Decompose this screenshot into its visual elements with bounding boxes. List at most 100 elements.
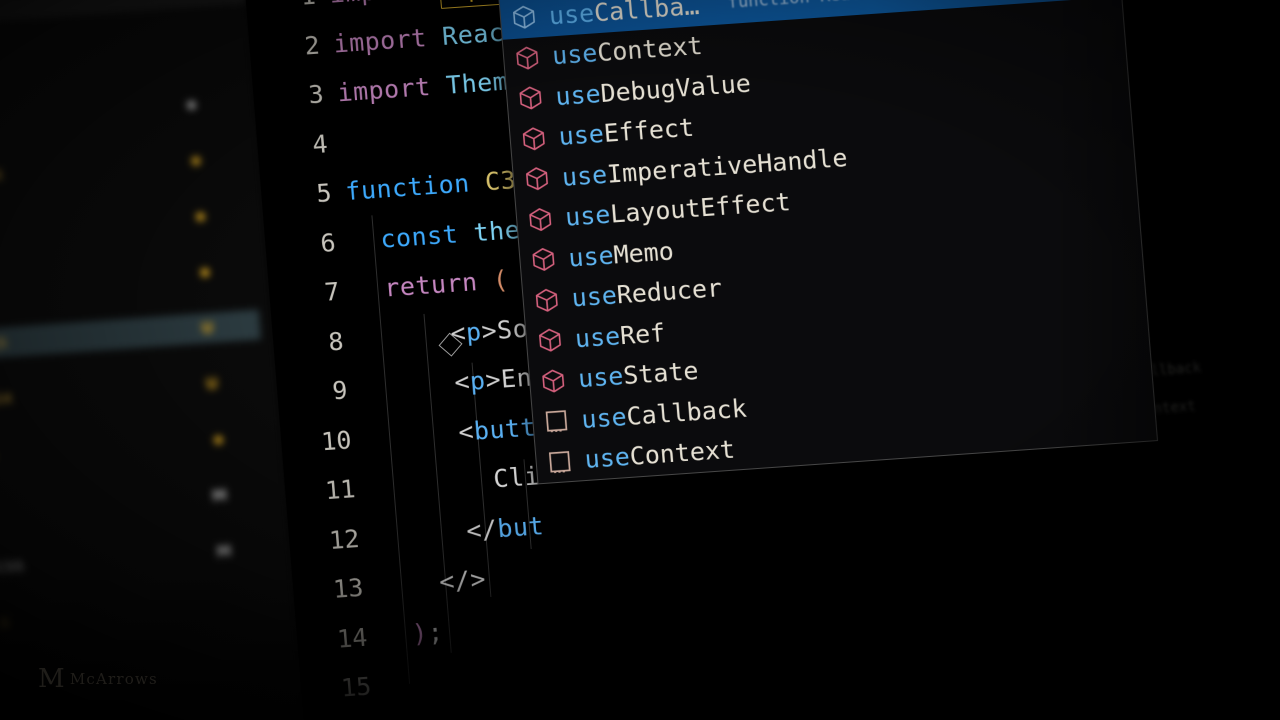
code-token: </> [438, 564, 487, 597]
matched-prefix: use [554, 78, 602, 111]
explorer-file-item[interactable]: …css M [0, 533, 279, 584]
line-number: 11 [324, 474, 357, 506]
cube-icon [510, 4, 538, 32]
matched-prefix: use [580, 401, 628, 434]
cube-icon [523, 165, 551, 193]
matched-prefix: use [564, 199, 612, 233]
line-number: 4 [311, 128, 329, 159]
matched-prefix: use [570, 280, 618, 313]
explorer-file-item[interactable]: …ules [0, 30, 239, 81]
label-remainder: Memo [612, 236, 675, 270]
explorer-file-item[interactable]: …ents [0, 142, 248, 193]
code-token: but [496, 510, 546, 543]
cube-icon [539, 367, 567, 395]
cube-icon [517, 84, 545, 112]
line-number: 1 [299, 0, 316, 11]
line-number: 6 [319, 227, 337, 258]
explorer-file-item[interactable] [0, 254, 257, 305]
explorer-file-name: ….jsx [0, 387, 14, 412]
explorer-file-item[interactable] [0, 86, 243, 137]
code-token: import [328, 0, 423, 9]
matched-prefix: use [567, 240, 615, 273]
cube-icon [536, 327, 564, 355]
watermark-monogram: M [38, 664, 66, 694]
label-remainder: DebugValue [599, 68, 752, 108]
autocomplete-item-label: use Effect [558, 113, 695, 151]
label-remainder: Ref [618, 317, 667, 350]
code-line[interactable]: const the [348, 215, 521, 256]
sidebar-titlebar [0, 0, 247, 27]
ide-window: …ules…ents…s.jsU….jsxU…sM…cssM…s 1234567… [0, 0, 1280, 720]
line-number: 5 [315, 178, 333, 209]
code-token: const [379, 218, 460, 254]
cube-icon [530, 246, 558, 274]
line-number: 12 [328, 523, 361, 555]
cube-icon [513, 44, 541, 72]
code-line[interactable]: Cli [368, 461, 541, 502]
git-status-badge: U [205, 374, 220, 394]
line-number: 7 [323, 276, 341, 307]
autocomplete-item-label: use Memo [567, 236, 674, 272]
code-token: function [344, 168, 471, 207]
line-number: 10 [320, 424, 353, 456]
line-number: 9 [331, 375, 349, 406]
git-status-dot-icon [213, 434, 224, 445]
explorer-file-item[interactable]: …s [0, 421, 270, 472]
autocomplete-popup[interactable]: useCallba…function React.useCallback<T e… [498, 0, 1159, 485]
code-line[interactable]: function C3 [344, 165, 517, 206]
label-remainder: LayoutEffect [609, 187, 792, 229]
label-remainder: Callback [625, 393, 748, 431]
autocomplete-item-label: use State [577, 356, 699, 393]
explorer-file-item[interactable]: ….jsx U [0, 365, 265, 416]
watermark: M McArrows [38, 664, 158, 694]
line-number: 2 [303, 30, 321, 61]
git-status-dot-icon [186, 99, 197, 110]
code-line[interactable]: <p>En [360, 363, 533, 404]
matched-prefix: use [577, 361, 625, 394]
autocomplete-item-label: use Context [551, 31, 703, 70]
matched-prefix: use [583, 442, 631, 475]
editor-pane[interactable]: 123456789101112131415 import {use} from … [243, 0, 1280, 720]
explorer-file-item[interactable]: M [0, 477, 274, 528]
square-icon [543, 407, 571, 435]
code-token: ( [491, 264, 510, 295]
label-remainder: State [622, 356, 700, 391]
code-line[interactable]: <butt [364, 412, 537, 453]
autocomplete-item-label: use Context [584, 435, 736, 474]
code-token: import [332, 22, 428, 59]
explorer-file-name: …s [0, 612, 11, 635]
label-remainder: Context [596, 31, 704, 68]
git-status-dot-icon [195, 211, 206, 222]
explorer-file-item[interactable]: …s [0, 589, 283, 640]
code-line[interactable]: </but [372, 511, 545, 552]
matched-prefix: use [551, 38, 599, 71]
matched-prefix: use [547, 0, 596, 31]
explorer-file-name: …css [0, 555, 25, 579]
code-line[interactable]: import Reac [332, 17, 505, 58]
git-status-dot-icon [191, 155, 201, 166]
label-remainder: Callba… [592, 0, 701, 28]
explorer-file-item[interactable] [0, 198, 252, 249]
cube-icon [520, 125, 548, 153]
line-number: 15 [339, 671, 373, 703]
code-token: the [472, 214, 522, 247]
explorer-file-name: …ents [0, 164, 4, 188]
line-number: 3 [307, 79, 325, 110]
code-token: Cli [492, 461, 542, 494]
code-line[interactable]: import Them [336, 67, 509, 108]
code-token: return [383, 267, 479, 303]
cube-icon [533, 286, 561, 314]
matched-prefix: use [557, 119, 605, 152]
code-token: ; [426, 616, 445, 647]
explorer-file-name: …s.js [0, 332, 9, 356]
explorer-file-item[interactable]: …s.js U [0, 309, 262, 362]
autocomplete-item-label: use Reducer [571, 273, 723, 312]
code-line[interactable]: </> [376, 564, 487, 601]
git-status-badge: U [200, 318, 215, 338]
git-status-badge: M [211, 486, 229, 506]
label-remainder: Reducer [615, 273, 724, 310]
code-line[interactable]: ); [380, 617, 444, 650]
